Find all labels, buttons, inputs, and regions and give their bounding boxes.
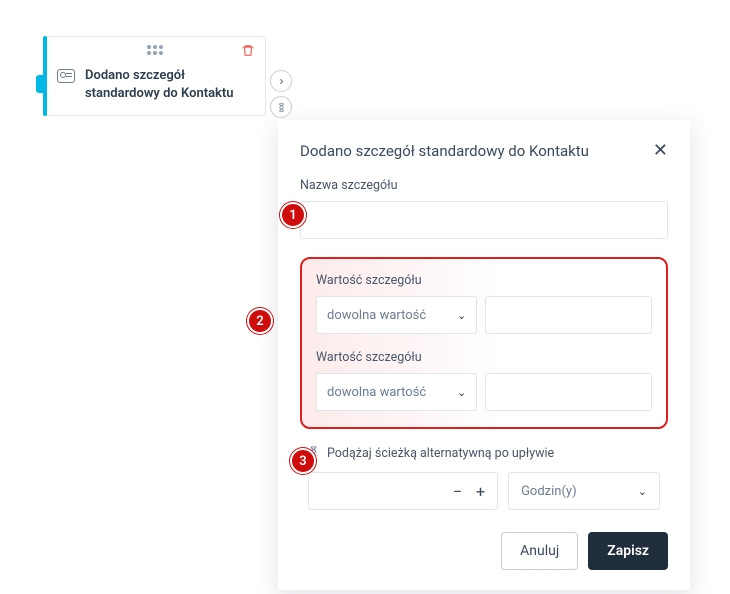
proceed-circle-button[interactable] bbox=[270, 70, 292, 92]
chevron-down-icon: ⌄ bbox=[638, 485, 647, 498]
close-icon[interactable]: ✕ bbox=[653, 142, 668, 160]
detail-value-input-2[interactable] bbox=[485, 373, 652, 411]
save-button[interactable]: Zapisz bbox=[588, 532, 668, 570]
select-value: dowolna wartość bbox=[327, 385, 426, 400]
select-value: Godzin(y) bbox=[521, 484, 577, 499]
callout-badge-1: 1 bbox=[280, 202, 306, 228]
chevron-down-icon: ⌄ bbox=[457, 309, 466, 322]
trash-icon[interactable] bbox=[241, 43, 255, 62]
card-side-tab bbox=[36, 75, 44, 93]
select-value: dowolna wartość bbox=[327, 308, 426, 323]
detail-name-label: Nazwa szczegółu bbox=[300, 178, 668, 193]
wait-circle-button[interactable] bbox=[270, 96, 292, 118]
contact-card-icon bbox=[57, 69, 75, 83]
time-unit-select[interactable]: Godzin(y) ⌄ bbox=[508, 472, 660, 510]
detail-name-input[interactable] bbox=[300, 201, 668, 239]
detail-value-input-1[interactable] bbox=[485, 296, 652, 334]
edit-node-panel: Dodano szczegół standardowy do Kontaktu … bbox=[278, 120, 690, 590]
altpath-label: Podążaj ścieżką alternatywną po upływie bbox=[327, 446, 554, 461]
chevron-down-icon: ⌄ bbox=[457, 386, 466, 399]
stepper-plus-icon[interactable]: + bbox=[476, 482, 485, 501]
callout-badge-2: 2 bbox=[247, 308, 273, 334]
drag-handle-icon[interactable] bbox=[147, 45, 163, 55]
panel-title: Dodano szczegół standardowy do Kontaktu bbox=[300, 142, 589, 160]
callout-badge-3: 3 bbox=[290, 448, 316, 474]
detail-value-label-2: Wartość szczegółu bbox=[316, 350, 652, 365]
detail-value-select-2[interactable]: dowolna wartość ⌄ bbox=[316, 373, 477, 411]
time-quantity-stepper[interactable]: − + bbox=[308, 472, 498, 510]
card-title: Dodano szczegół standardowy do Kontaktu bbox=[85, 67, 253, 102]
highlighted-section: Wartość szczegółu dowolna wartość ⌄ Wart… bbox=[300, 257, 668, 429]
stepper-minus-icon[interactable]: − bbox=[453, 482, 462, 501]
cancel-button[interactable]: Anuluj bbox=[501, 532, 578, 570]
detail-value-label-1: Wartość szczegółu bbox=[316, 273, 652, 288]
detail-value-select-1[interactable]: dowolna wartość ⌄ bbox=[316, 296, 477, 334]
automation-node-card[interactable]: Dodano szczegół standardowy do Kontaktu bbox=[44, 36, 266, 116]
